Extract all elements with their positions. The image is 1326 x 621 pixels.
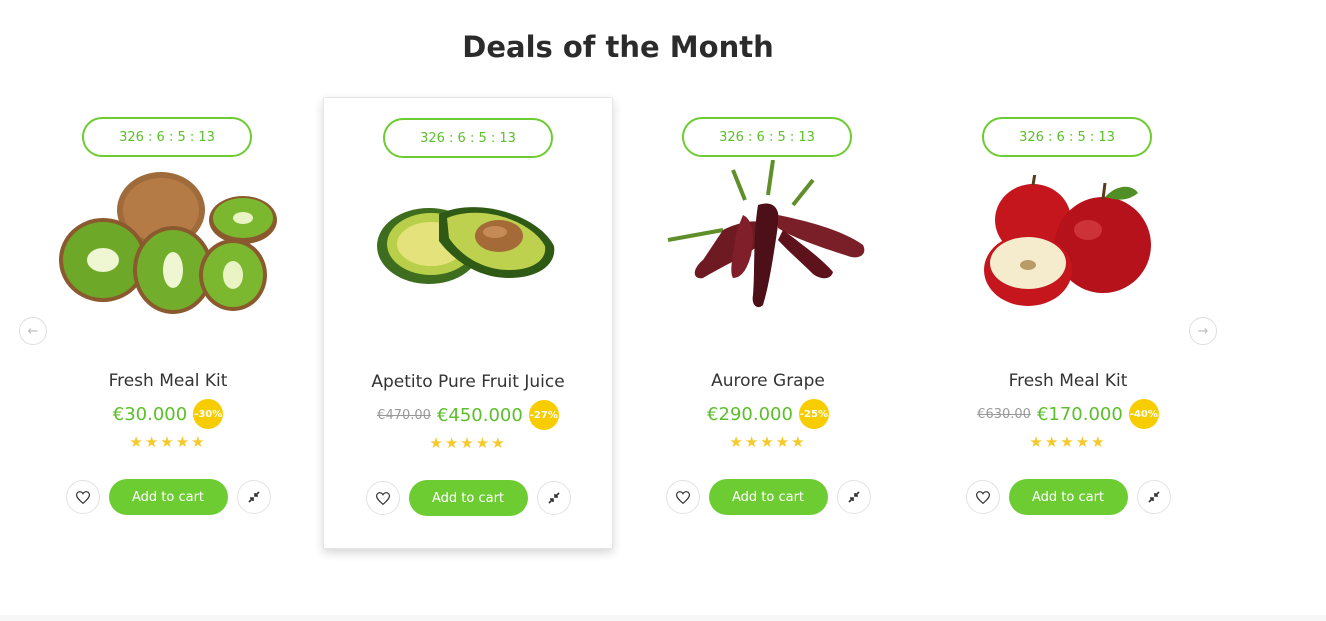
- compare-button[interactable]: [236, 480, 271, 514]
- avocado-image[interactable]: [354, 156, 584, 336]
- old-price: €630.00: [977, 406, 1031, 422]
- section-divider: [0, 615, 1326, 621]
- wishlist-button[interactable]: [365, 481, 400, 515]
- add-to-cart-button[interactable]: Add to cart: [1008, 479, 1128, 515]
- peppers-image[interactable]: [653, 155, 883, 335]
- price-row: €630.00 €170.000 -40%: [923, 399, 1213, 429]
- old-price: €470.00: [377, 407, 431, 423]
- section-title: Deals of the Month: [462, 30, 774, 64]
- price-row: €290.000 -25%: [623, 399, 913, 429]
- product-actions: Add to cart: [623, 479, 913, 515]
- wishlist-button[interactable]: [965, 480, 1000, 514]
- discount-badge: -27%: [528, 400, 559, 430]
- price-row: €470.00 €450.000 -27%: [324, 400, 612, 430]
- apples-image[interactable]: [953, 155, 1183, 335]
- add-to-cart-button[interactable]: Add to cart: [108, 479, 228, 515]
- product-card[interactable]: 326 : 6 : 5 : 13 Apetito Pure Fruit Juic…: [323, 97, 613, 549]
- current-price: €290.000: [707, 403, 793, 425]
- deal-countdown-timer: 326 : 6 : 5 : 13: [82, 117, 252, 157]
- product-actions: Add to cart: [923, 479, 1213, 515]
- heart-icon: [75, 490, 90, 504]
- deal-countdown-timer: 326 : 6 : 5 : 13: [383, 118, 553, 158]
- heart-icon: [675, 490, 690, 504]
- compare-button[interactable]: [536, 481, 571, 515]
- compare-icon: [247, 491, 260, 503]
- product-card[interactable]: 326 : 6 : 5 : 13 Fresh Meal Kit €630.00 …: [923, 97, 1213, 549]
- product-card[interactable]: 326 : 6 : 5 : 13 Fresh Meal Kit €30.000 …: [23, 97, 313, 549]
- star-rating: ★★★★★: [129, 433, 207, 451]
- discount-badge: -30%: [193, 399, 224, 429]
- add-to-cart-button[interactable]: Add to cart: [408, 480, 528, 516]
- discount-badge: -25%: [798, 399, 829, 429]
- compare-icon: [847, 491, 860, 503]
- price-row: €30.000 -30%: [23, 399, 313, 429]
- star-rating: ★★★★★: [1029, 433, 1107, 451]
- product-actions: Add to cart: [324, 480, 612, 516]
- product-name[interactable]: Fresh Meal Kit: [23, 371, 313, 391]
- product-name[interactable]: Fresh Meal Kit: [923, 371, 1213, 391]
- kiwi-image[interactable]: [53, 155, 283, 335]
- compare-icon: [1147, 491, 1160, 503]
- star-rating: ★★★★★: [429, 434, 507, 452]
- add-to-cart-button[interactable]: Add to cart: [708, 479, 828, 515]
- deal-countdown-timer: 326 : 6 : 5 : 13: [982, 117, 1152, 157]
- compare-icon: [547, 492, 560, 504]
- discount-badge: -40%: [1128, 399, 1159, 429]
- star-rating: ★★★★★: [729, 433, 807, 451]
- compare-button[interactable]: [1136, 480, 1171, 514]
- current-price: €450.000: [436, 404, 523, 426]
- product-name[interactable]: Apetito Pure Fruit Juice: [324, 372, 612, 392]
- product-card[interactable]: 326 : 6 : 5 : 13 Aurore Grape €290.000 -…: [623, 97, 913, 549]
- current-price: €30.000: [112, 403, 188, 425]
- compare-button[interactable]: [836, 480, 871, 514]
- product-name[interactable]: Aurore Grape: [623, 371, 913, 391]
- product-actions: Add to cart: [23, 479, 313, 515]
- wishlist-button[interactable]: [665, 480, 700, 514]
- wishlist-button[interactable]: [65, 480, 100, 514]
- heart-icon: [375, 491, 390, 505]
- deal-countdown-timer: 326 : 6 : 5 : 13: [682, 117, 852, 157]
- heart-icon: [975, 490, 990, 504]
- current-price: €170.000: [1036, 403, 1123, 425]
